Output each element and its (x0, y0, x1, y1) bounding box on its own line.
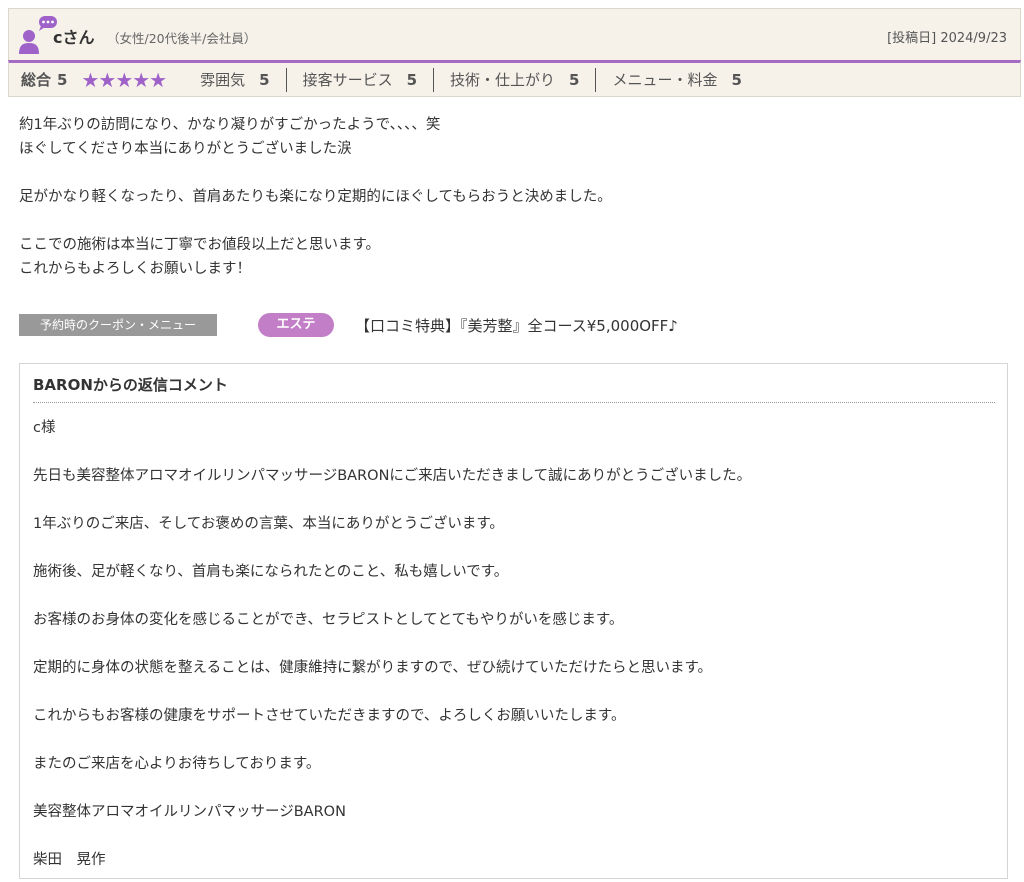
rating-score: 5 (406, 70, 418, 89)
coupon-row: 予約時のクーポン・メニュー エステ 【口コミ特典】『美芳整』全コース¥5,000… (19, 312, 1009, 338)
reviewer-name: cさん (53, 28, 95, 47)
rating-menu-price: メニュー・料金 5 (595, 67, 757, 92)
review-body: 約1年ぶりの訪問になり、かなり凝りがすごかったようで、、、、笑 ほぐしてくださり… (19, 117, 612, 277)
user-comment-icon (19, 16, 57, 54)
overall-label: 総合 (21, 71, 52, 89)
coupon-tag: 予約時のクーポン・メニュー (19, 314, 217, 336)
reply-title: BARONからの返信コメント (33, 376, 228, 394)
rating-atmosphere: 雰囲気 5 (184, 68, 285, 92)
review-header: cさん （女性/20代後半/会社員） [投稿日] 2024/9/23 (8, 8, 1021, 60)
rating-label: メニュー・料金 (612, 71, 718, 89)
rating-score: 5 (731, 70, 742, 89)
rating-label: 接客サービス (302, 71, 393, 89)
salon-reply: BARONからの返信コメント c様 先日も美容整体アロマオイルリンパマッサージB… (19, 363, 1008, 879)
coupon-name: 【口コミ特典】『美芳整』全コース¥5,000OFF♪ (355, 317, 678, 335)
review-card: cさん （女性/20代後半/会社員） [投稿日] 2024/9/23 総合 5 … (8, 8, 1021, 880)
rating-score: 5 (259, 70, 270, 89)
rating-label: 技術・仕上がり (450, 71, 556, 89)
reply-divider (33, 402, 995, 403)
rating-label: 雰囲気 (200, 71, 246, 89)
rating-service: 接客サービス 5 (285, 67, 433, 92)
post-date: [投稿日] 2024/9/23 (887, 31, 1007, 46)
genre-badge[interactable]: エステ (258, 313, 334, 337)
rating-score: 5 (569, 70, 580, 89)
star-rating-icon: ★★★★★ (81, 67, 167, 92)
reply-text: c様 先日も美容整体アロマオイルリンパマッサージBARONにご来店いただきまして… (33, 420, 752, 868)
overall-score: 5 (57, 70, 68, 89)
reviewer-attributes: （女性/20代後半/会社員） (107, 31, 257, 46)
rating-technique: 技術・仕上がり 5 (433, 67, 595, 92)
ratings-bar: 総合 5 ★★★★★ 雰囲気 5 接客サービス 5 技術・仕上がり 5 メニュー… (8, 60, 1021, 97)
